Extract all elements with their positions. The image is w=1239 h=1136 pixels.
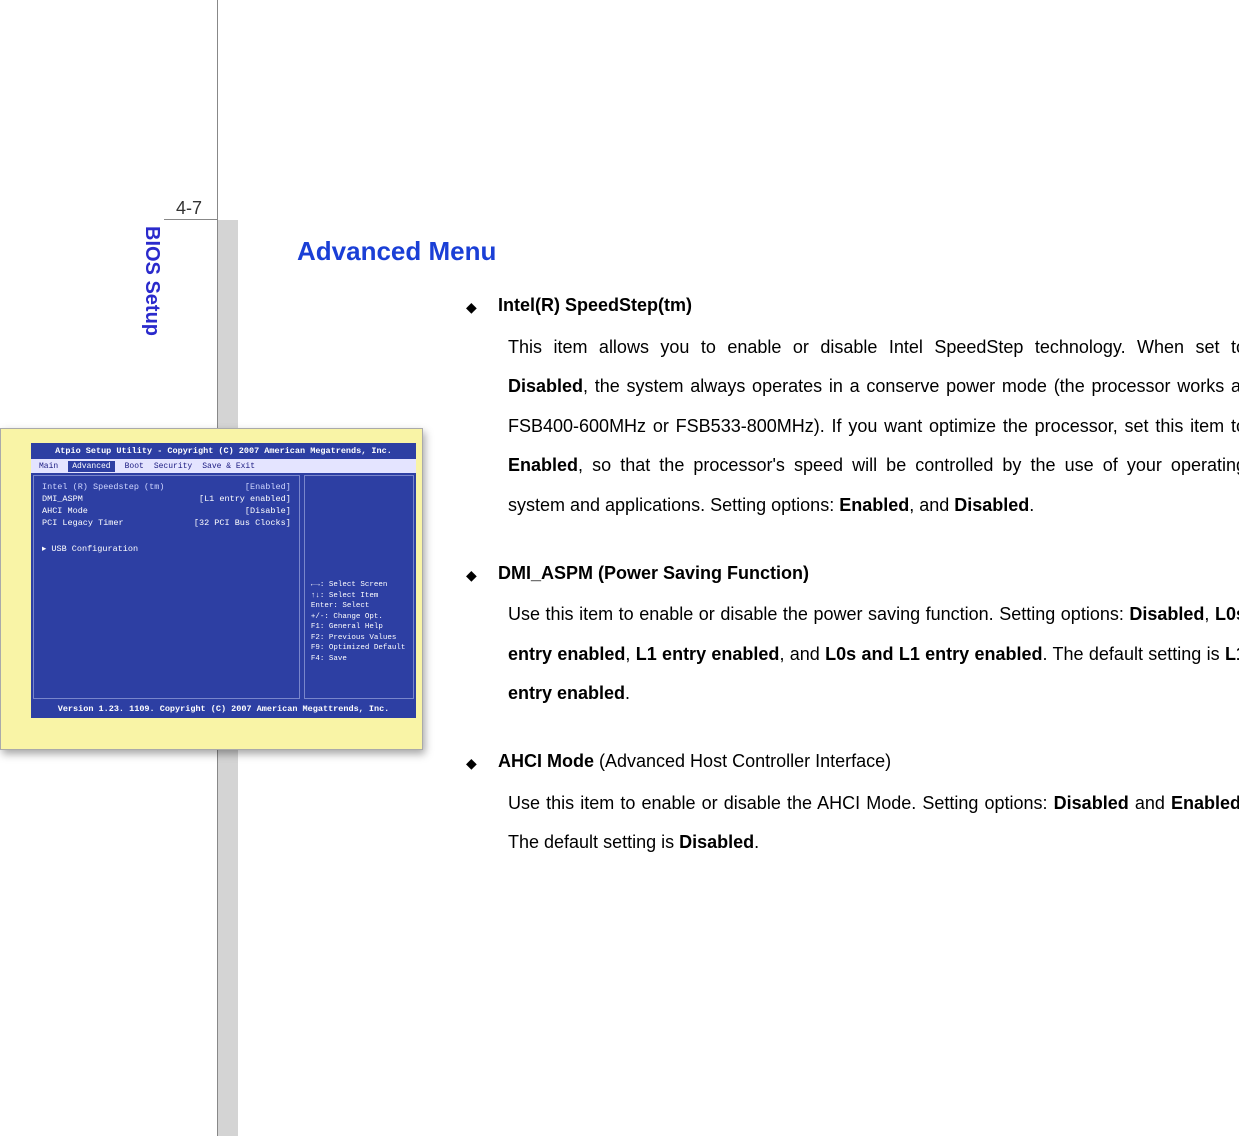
bios-tab: Security bbox=[154, 462, 192, 471]
bios-setting-row: AHCI Mode[Disable] bbox=[42, 506, 291, 518]
bullet-icon: ◆ bbox=[466, 554, 480, 594]
bios-tab: Boot bbox=[125, 462, 144, 471]
bullet-title: DMI_ASPM (Power Saving Function) bbox=[498, 554, 809, 594]
bios-setting-row: DMI_ASPM[L1 entry enabled] bbox=[42, 494, 291, 506]
bios-title: Atpio Setup Utility - Copyright (C) 2007… bbox=[31, 443, 416, 459]
bios-tab: Save & Exit bbox=[202, 462, 255, 471]
bios-tab: Advanced bbox=[68, 461, 114, 472]
bullet-item: ◆ AHCI Mode (Advanced Host Controller Int… bbox=[466, 742, 1239, 782]
bullet-body: This item allows you to enable or disabl… bbox=[508, 328, 1239, 526]
bios-window: Atpio Setup Utility - Copyright (C) 2007… bbox=[31, 443, 416, 718]
bullet-item: ◆ DMI_ASPM (Power Saving Function) bbox=[466, 554, 1239, 594]
bios-help-line: F4: Save bbox=[311, 654, 407, 665]
bullet-icon: ◆ bbox=[466, 286, 480, 326]
bios-screenshot: Atpio Setup Utility - Copyright (C) 2007… bbox=[0, 428, 423, 750]
page-heading: Advanced Menu bbox=[297, 236, 496, 267]
bios-help-line: F2: Previous Values bbox=[311, 633, 407, 644]
section-side-label: BIOS Setup bbox=[140, 226, 163, 336]
bullet-title: AHCI Mode (Advanced Host Controller Inte… bbox=[498, 742, 891, 782]
bios-submenu: ▸ USB Configuration bbox=[42, 544, 291, 554]
bios-settings-panel: Intel (R) Speedstep (tm)[Enabled]DMI_ASP… bbox=[33, 475, 300, 699]
bios-footer: Version 1.23. 1109. Copyright (C) 2007 A… bbox=[31, 701, 416, 717]
bullet-icon: ◆ bbox=[466, 742, 480, 782]
bullet-body: Use this item to enable or disable the A… bbox=[508, 784, 1239, 863]
bios-help-line: F9: Optimized Default bbox=[311, 643, 407, 654]
bios-help-line: F1: General Help bbox=[311, 622, 407, 633]
bios-help-line: ↑↓: Select Item bbox=[311, 591, 407, 602]
bios-tab: Main bbox=[39, 462, 58, 471]
bios-setting-row: PCI Legacy Timer[32 PCI Bus Clocks] bbox=[42, 518, 291, 530]
bullet-item: ◆ Intel(R) SpeedStep(tm) bbox=[466, 286, 1239, 326]
page-number-underline bbox=[164, 219, 217, 220]
bios-help-line: ←→: Select Screen bbox=[311, 580, 407, 591]
bullet-body: Use this item to enable or disable the p… bbox=[508, 595, 1239, 714]
bios-help-line: +/-: Change Opt. bbox=[311, 612, 407, 623]
bios-tabs: Main Advanced Boot Security Save & Exit bbox=[31, 459, 416, 473]
bios-help-line: Enter: Select bbox=[311, 601, 407, 612]
content-area: ◆ Intel(R) SpeedStep(tm)This item allows … bbox=[466, 286, 1239, 891]
bios-help-panel: ←→: Select Screen↑↓: Select ItemEnter: S… bbox=[304, 475, 414, 699]
bullet-title: Intel(R) SpeedStep(tm) bbox=[498, 286, 692, 326]
bios-setting-row: Intel (R) Speedstep (tm)[Enabled] bbox=[42, 482, 291, 494]
page-number: 4-7 bbox=[176, 198, 202, 219]
